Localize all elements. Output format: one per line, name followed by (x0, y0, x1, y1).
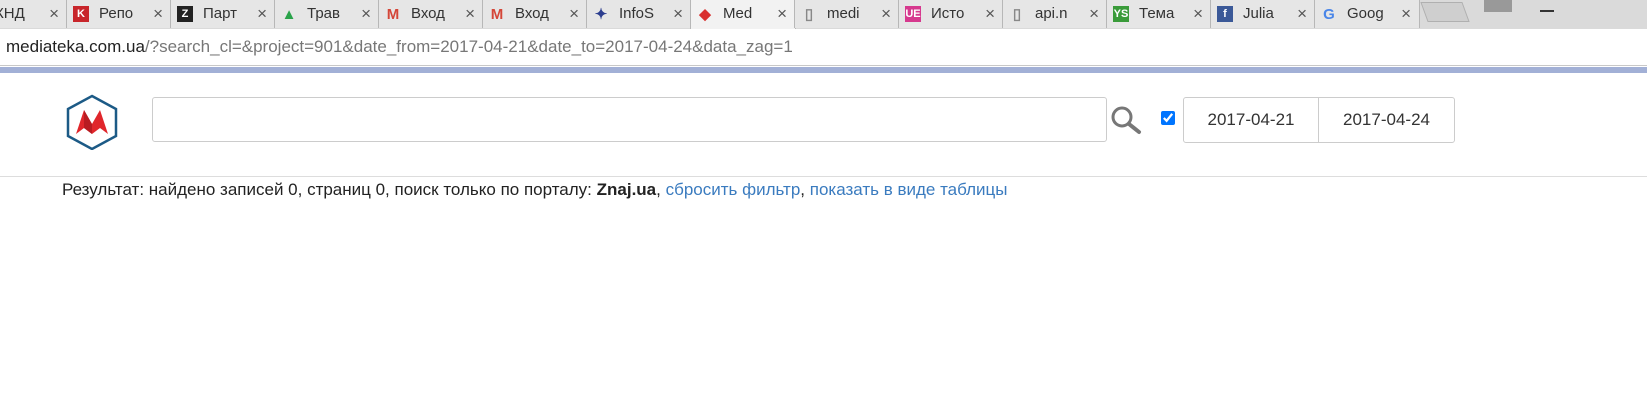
browser-tab[interactable]: ✦ InfoS × (586, 0, 692, 28)
close-icon[interactable]: × (465, 4, 475, 24)
browser-tab[interactable]: ▲ Трав × (274, 0, 380, 28)
tab-label: api.n (1035, 5, 1068, 22)
tab-label: medi (827, 5, 860, 22)
result-text: Результат: найдено записей 0, страниц 0,… (62, 180, 597, 199)
url-path: /?search_cl=&project=901&date_from=2017-… (144, 37, 793, 56)
tab-label: Репо (99, 5, 134, 22)
show-as-table-link[interactable]: показать в виде таблицы (810, 180, 1008, 199)
tab-label: InfoS (619, 5, 655, 22)
browser-tab[interactable]: M Вход × (482, 0, 588, 28)
browser-tab[interactable]: UE Исто × (898, 0, 1004, 28)
browser-tab[interactable]: ▯ api.n × (1002, 0, 1108, 28)
minimize-icon[interactable] (1540, 0, 1554, 12)
drive-icon: ▲ (281, 5, 297, 23)
close-icon[interactable]: × (881, 4, 891, 24)
facebook-icon: f (1217, 6, 1233, 22)
close-icon[interactable]: × (985, 4, 995, 24)
tab-label: Med (723, 5, 753, 22)
close-icon[interactable]: × (49, 4, 59, 24)
gmail-icon: M (490, 5, 504, 23)
tab-label: Вход (515, 5, 549, 22)
znaj-icon: Z (177, 6, 193, 22)
tab-label: Goog (1347, 5, 1384, 22)
page-icon: ▯ (804, 6, 814, 23)
page-icon: ▯ (1012, 6, 1022, 23)
url-text[interactable]: mediateka.com.ua/?search_cl=&project=901… (6, 37, 793, 57)
gmail-icon: M (386, 5, 400, 23)
close-icon[interactable]: × (257, 4, 267, 24)
accent-bar (0, 67, 1647, 73)
portal-name: Znaj.ua (596, 180, 657, 199)
close-icon[interactable]: × (361, 4, 371, 24)
browser-tab[interactable]: f Julia × (1210, 0, 1316, 28)
browser-tab[interactable]: Z Парт × (170, 0, 276, 28)
close-icon[interactable]: × (1193, 4, 1203, 24)
search-input[interactable] (152, 97, 1107, 142)
browser-tab[interactable]: ◆ Med × (690, 0, 796, 29)
date-filter-checkbox[interactable] (1161, 111, 1175, 125)
mediateka-icon: ◆ (699, 6, 711, 23)
close-icon[interactable]: × (777, 4, 787, 24)
tab-label: КНД (0, 5, 25, 22)
date-to-field[interactable]: 2017-04-24 (1318, 97, 1455, 143)
google-translate-icon: G (1323, 5, 1335, 23)
mediateka-logo[interactable] (64, 94, 120, 151)
search-icon[interactable] (1110, 105, 1142, 135)
browser-tab[interactable]: YS Тема × (1106, 0, 1212, 28)
reset-filter-link[interactable]: сбросить фильтр (666, 180, 801, 199)
browser-tab[interactable]: K Репо × (66, 0, 172, 28)
browser-tab[interactable]: M Вход × (378, 0, 484, 28)
tab-label: Парт (203, 5, 238, 22)
tab-label: Трав (307, 5, 340, 22)
url-host: mediateka.com.ua (6, 37, 145, 56)
tab-label: Julia (1243, 5, 1274, 22)
separator: , (800, 180, 810, 199)
close-icon[interactable]: × (569, 4, 579, 24)
profile-icon[interactable] (1484, 0, 1512, 12)
tab-label: Вход (411, 5, 445, 22)
ue-icon: UE (905, 6, 921, 22)
header-divider (0, 176, 1647, 177)
separator: , (656, 180, 666, 199)
tab-label: Тема (1139, 5, 1175, 22)
tab-label: Исто (931, 5, 965, 22)
browser-tab[interactable]: G Goog × (1314, 0, 1420, 28)
browser-tab[interactable]: ▯ medi × (794, 0, 900, 28)
address-bar[interactable]: mediateka.com.ua/?search_cl=&project=901… (0, 29, 1647, 66)
browser-tab[interactable]: ❯КНД× (0, 0, 68, 28)
close-icon[interactable]: × (673, 4, 683, 24)
ys-icon: YS (1113, 6, 1129, 22)
close-icon[interactable]: × (1089, 4, 1099, 24)
k-icon: K (73, 6, 89, 22)
tab-strip: ❯КНД×KРепо×ZПарт×▲Трав×MВход×MВход×✦Info… (0, 0, 1647, 29)
close-icon[interactable]: × (1401, 4, 1411, 24)
new-tab-button[interactable] (1420, 2, 1470, 22)
date-from-field[interactable]: 2017-04-21 (1183, 97, 1319, 143)
close-icon[interactable]: × (153, 4, 163, 24)
infos-icon: ✦ (594, 6, 608, 23)
result-summary: Результат: найдено записей 0, страниц 0,… (62, 180, 1007, 200)
close-icon[interactable]: × (1297, 4, 1307, 24)
